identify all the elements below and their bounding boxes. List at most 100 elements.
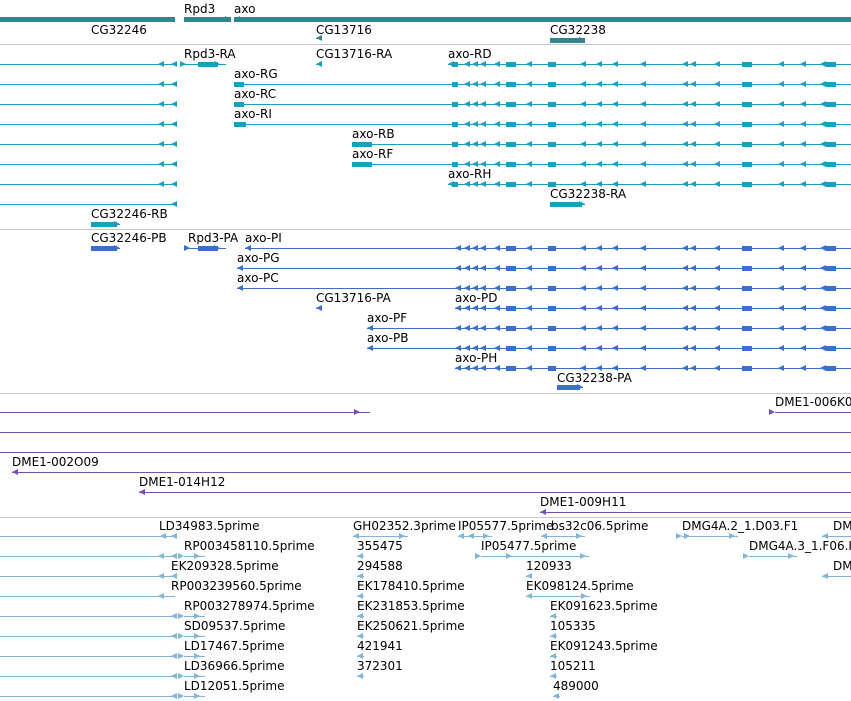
arrow-left-icon: [612, 265, 618, 271]
arrow-left-icon: [553, 693, 559, 699]
feature-line: [0, 536, 175, 537]
exon-box: [826, 366, 836, 371]
arrow-left-icon: [526, 285, 532, 291]
feature-label[interactable]: DMG4A.3_1.F06.F1: [749, 540, 851, 553]
arrow-left-icon: [171, 141, 177, 147]
feature-label[interactable]: IP05477.5prime: [481, 540, 576, 553]
arrow-left-icon: [464, 141, 470, 147]
feature-label[interactable]: EK098124.5prime: [526, 580, 634, 593]
feature-label[interactable]: Rpd3: [184, 3, 215, 16]
feature-label[interactable]: DME1-014H12: [139, 476, 225, 489]
feature-label[interactable]: GH02352.3prime: [353, 520, 456, 533]
arrow-left-icon: [640, 245, 646, 251]
arrow-left-icon: [526, 245, 532, 251]
feature-label[interactable]: 489000: [553, 680, 599, 693]
feature-label[interactable]: axo-PI: [245, 232, 282, 245]
arrow-left-icon: [171, 613, 177, 619]
exon-box: [548, 122, 556, 127]
arrow-left-icon: [526, 181, 532, 187]
arrow-left-icon: [820, 285, 826, 291]
feature-label[interactable]: DM: [833, 560, 851, 573]
feature-label[interactable]: CG32238: [550, 24, 606, 37]
arrow-left-icon: [640, 81, 646, 87]
feature-label[interactable]: SD09537.5prime: [184, 620, 285, 633]
feature-label[interactable]: 355475: [357, 540, 403, 553]
feature-label[interactable]: axo-PF: [367, 312, 407, 325]
feature-label[interactable]: EK209328.5prime: [171, 560, 279, 573]
feature-label[interactable]: EK231853.5prime: [357, 600, 465, 613]
feature-label[interactable]: 372301: [357, 660, 403, 673]
feature-label[interactable]: LD34983.5prime: [159, 520, 260, 533]
feature-label[interactable]: DME1-002O09: [12, 456, 99, 469]
arrow-left-icon: [714, 345, 720, 351]
feature-label[interactable]: 105211: [550, 660, 596, 673]
arrow-left-icon: [800, 265, 806, 271]
feature-label[interactable]: RP003458110.5prime: [184, 540, 315, 553]
feature-label[interactable]: LD17467.5prime: [184, 640, 285, 653]
arrow-left-icon: [480, 61, 486, 67]
feature-label[interactable]: axo-RB: [352, 128, 395, 141]
feature-label[interactable]: CG32246-PB: [91, 232, 167, 245]
arrow-left-icon: [540, 509, 546, 515]
feature-label[interactable]: CG32246: [91, 24, 147, 37]
exon-box: [352, 162, 372, 167]
arrow-left-icon: [580, 265, 586, 271]
feature-label[interactable]: axo-RG: [234, 68, 278, 81]
arrow-left-icon: [820, 161, 826, 167]
feature-label[interactable]: EK178410.5prime: [357, 580, 465, 593]
feature-label[interactable]: EK091243.5prime: [550, 640, 658, 653]
feature-label[interactable]: IP05577.5prime: [458, 520, 553, 533]
feature-label[interactable]: axo-RF: [352, 148, 393, 161]
feature-label[interactable]: LD12051.5prime: [184, 680, 285, 693]
exon-box: [548, 286, 556, 291]
feature-label[interactable]: CG13716: [316, 24, 372, 37]
feature-label[interactable]: LD36966.5prime: [184, 660, 285, 673]
feature-label[interactable]: axo-PG: [237, 252, 280, 265]
feature-line: [0, 596, 175, 597]
feature-label[interactable]: 421941: [357, 640, 403, 653]
feature-label[interactable]: CG32238-RA: [550, 188, 626, 201]
feature-label[interactable]: Rpd3-RA: [184, 48, 236, 61]
feature-label[interactable]: 294588: [357, 560, 403, 573]
feature-label[interactable]: DME1-009H11: [540, 496, 626, 509]
arrow-left-icon: [472, 61, 478, 67]
feature-label[interactable]: RP003239560.5prime: [171, 580, 302, 593]
feature-label[interactable]: CG13716-RA: [316, 48, 392, 61]
feature-label[interactable]: axo: [234, 3, 255, 16]
feature-label[interactable]: DME1-006K07: [775, 396, 851, 409]
feature-label[interactable]: axo-RC: [234, 88, 276, 101]
arrow-left-icon: [171, 633, 177, 639]
feature-label[interactable]: DMG4A.2_1.D03.F1: [682, 520, 798, 533]
feature-label[interactable]: EK091623.5prime: [550, 600, 658, 613]
feature-label[interactable]: 120933: [526, 560, 572, 573]
feature-label[interactable]: axo-PD: [455, 292, 497, 305]
feature-label[interactable]: CG13716-PA: [316, 292, 391, 305]
feature-line: [0, 576, 175, 577]
arrow-left-icon: [472, 265, 478, 271]
feature-label[interactable]: 105335: [550, 620, 596, 633]
arrow-left-icon: [820, 141, 826, 147]
feature-label[interactable]: CG32238-PA: [557, 372, 632, 385]
arrow-left-icon: [171, 101, 177, 107]
arrow-left-icon: [612, 141, 618, 147]
feature-label[interactable]: DM: [833, 520, 851, 533]
feature-label[interactable]: bs32c06.5prime: [551, 520, 648, 533]
exon-box: [826, 346, 836, 351]
arrow-left-icon: [640, 121, 646, 127]
feature-label[interactable]: axo-RH: [448, 168, 491, 181]
feature-label[interactable]: EK250621.5prime: [357, 620, 465, 633]
feature-label[interactable]: axo-PH: [455, 352, 497, 365]
track-separator: [0, 517, 851, 518]
exon-box: [506, 182, 516, 187]
arrow-left-icon: [714, 365, 720, 371]
feature-label[interactable]: Rpd3-PA: [188, 232, 238, 245]
arrow-right-icon: [114, 245, 120, 251]
arrow-left-icon: [596, 305, 602, 311]
feature-label[interactable]: CG32246-RB: [91, 208, 168, 221]
feature-label[interactable]: RP003278974.5prime: [184, 600, 315, 613]
feature-label[interactable]: axo-RI: [234, 108, 272, 121]
feature-label[interactable]: axo-PC: [237, 272, 279, 285]
feature-label[interactable]: axo-PB: [367, 332, 408, 345]
feature-label[interactable]: axo-RD: [448, 48, 492, 61]
arrow-left-icon: [714, 245, 720, 251]
